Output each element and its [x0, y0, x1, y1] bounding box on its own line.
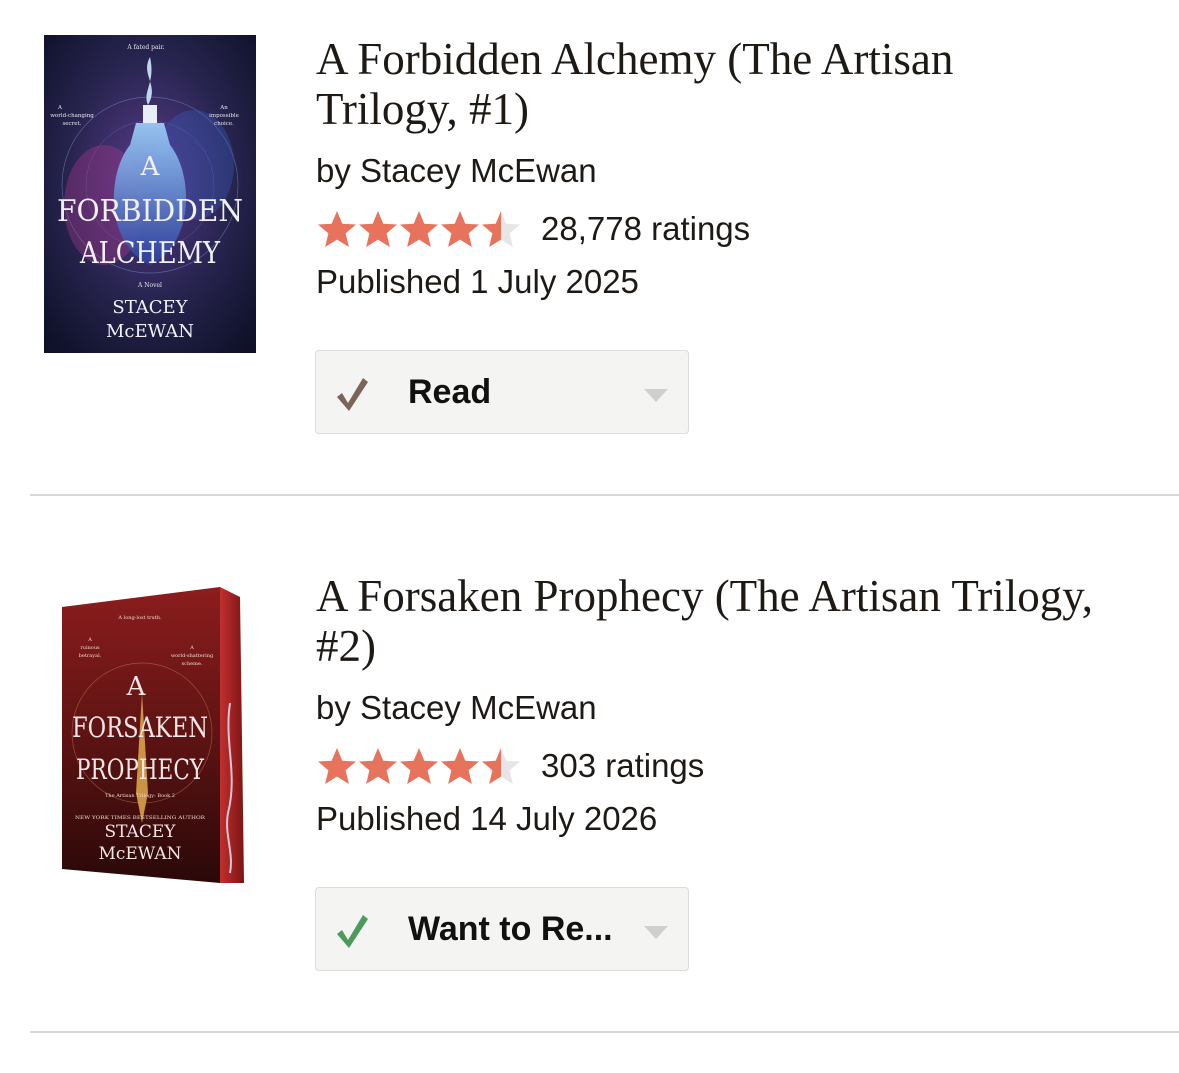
shelf-status-label: Want to Re... — [408, 910, 613, 948]
book-cover[interactable]: A long-lost truth. A ruinous betrayal. A… — [54, 583, 250, 895]
star-filled-icon — [318, 748, 356, 784]
star-filled-icon — [359, 211, 397, 247]
divider — [30, 1031, 1179, 1033]
svg-text:A: A — [140, 152, 161, 182]
book-cover[interactable]: A fated pair. A world-changing secret. A… — [44, 35, 256, 353]
book-author[interactable]: by Stacey McEwan — [316, 152, 597, 190]
book-cover-art: A fated pair. A world-changing secret. A… — [44, 35, 256, 353]
book-title[interactable]: A Forbidden Alchemy (The Artisan Trilogy… — [316, 34, 1096, 134]
published-date: Published 1 July 2025 — [316, 263, 639, 300]
svg-text:A fated pair.: A fated pair. — [126, 44, 164, 51]
svg-text:A long-lost truth.: A long-lost truth. — [117, 615, 162, 621]
svg-text:A: A — [189, 645, 194, 651]
check-icon — [337, 378, 368, 411]
svg-text:ruinous: ruinous — [80, 645, 100, 651]
svg-text:betrayal.: betrayal. — [79, 653, 102, 659]
ratings-count: 28,778 ratings — [541, 210, 751, 247]
svg-text:McEWAN: McEWAN — [106, 321, 194, 342]
book-cover-art: A long-lost truth. A ruinous betrayal. A… — [62, 587, 244, 883]
star-filled-icon — [318, 211, 356, 247]
svg-text:A: A — [87, 637, 92, 643]
chevron-down-icon[interactable] — [644, 389, 668, 402]
star-half-icon — [482, 211, 520, 247]
svg-text:McEWAN: McEWAN — [98, 844, 181, 864]
shelf-status-button[interactable]: Want to Re... — [315, 887, 689, 971]
svg-text:An: An — [219, 105, 228, 111]
svg-text:world-changing: world-changing — [50, 113, 94, 119]
rating-row: 28,778 ratings — [316, 207, 750, 251]
book-list-item[interactable]: A fated pair. A world-changing secret. A… — [0, 0, 1179, 536]
svg-text:The Artisan Trilogy: Book 2: The Artisan Trilogy: Book 2 — [105, 793, 175, 799]
book-author[interactable]: by Stacey McEwan — [316, 689, 597, 727]
svg-text:A: A — [126, 672, 147, 702]
svg-text:secret.: secret. — [62, 121, 81, 127]
svg-text:A Novel: A Novel — [137, 282, 162, 289]
svg-text:PROPHECY: PROPHECY — [76, 753, 204, 786]
star-rating — [316, 209, 521, 249]
star-filled-icon — [400, 211, 438, 247]
book-title[interactable]: A Forsaken Prophecy (The Artisan Trilogy… — [316, 571, 1096, 671]
svg-text:impossible: impossible — [209, 113, 239, 119]
svg-text:world-shattering: world-shattering — [171, 653, 214, 659]
svg-text:choice.: choice. — [214, 121, 234, 127]
svg-text:scheme.: scheme. — [182, 661, 203, 667]
star-filled-icon — [441, 748, 479, 784]
book-list-item[interactable]: A long-lost truth. A ruinous betrayal. A… — [0, 537, 1179, 1073]
svg-text:FORSAKEN: FORSAKEN — [72, 711, 208, 744]
divider — [30, 494, 1179, 496]
svg-text:ALCHEMY: ALCHEMY — [79, 236, 221, 271]
star-rating — [316, 746, 521, 786]
svg-text:STACEY: STACEY — [112, 297, 188, 318]
rating-row: 303 ratings — [316, 744, 704, 788]
svg-text:FORBIDDEN: FORBIDDEN — [57, 194, 243, 229]
svg-text:STACEY: STACEY — [105, 822, 177, 842]
published-date: Published 14 July 2026 — [316, 800, 658, 837]
shelf-status-label: Read — [408, 373, 492, 411]
svg-text:NEW YORK TIMES BESTSELLING AUT: NEW YORK TIMES BESTSELLING AUTHOR — [75, 815, 205, 821]
star-filled-icon — [400, 748, 438, 784]
star-half-icon — [482, 748, 520, 784]
ratings-count: 303 ratings — [541, 747, 705, 784]
star-filled-icon — [359, 748, 397, 784]
star-filled-icon — [441, 211, 479, 247]
check-icon — [337, 915, 368, 948]
shelf-status-button[interactable]: Read — [315, 350, 689, 434]
chevron-down-icon[interactable] — [644, 926, 668, 939]
